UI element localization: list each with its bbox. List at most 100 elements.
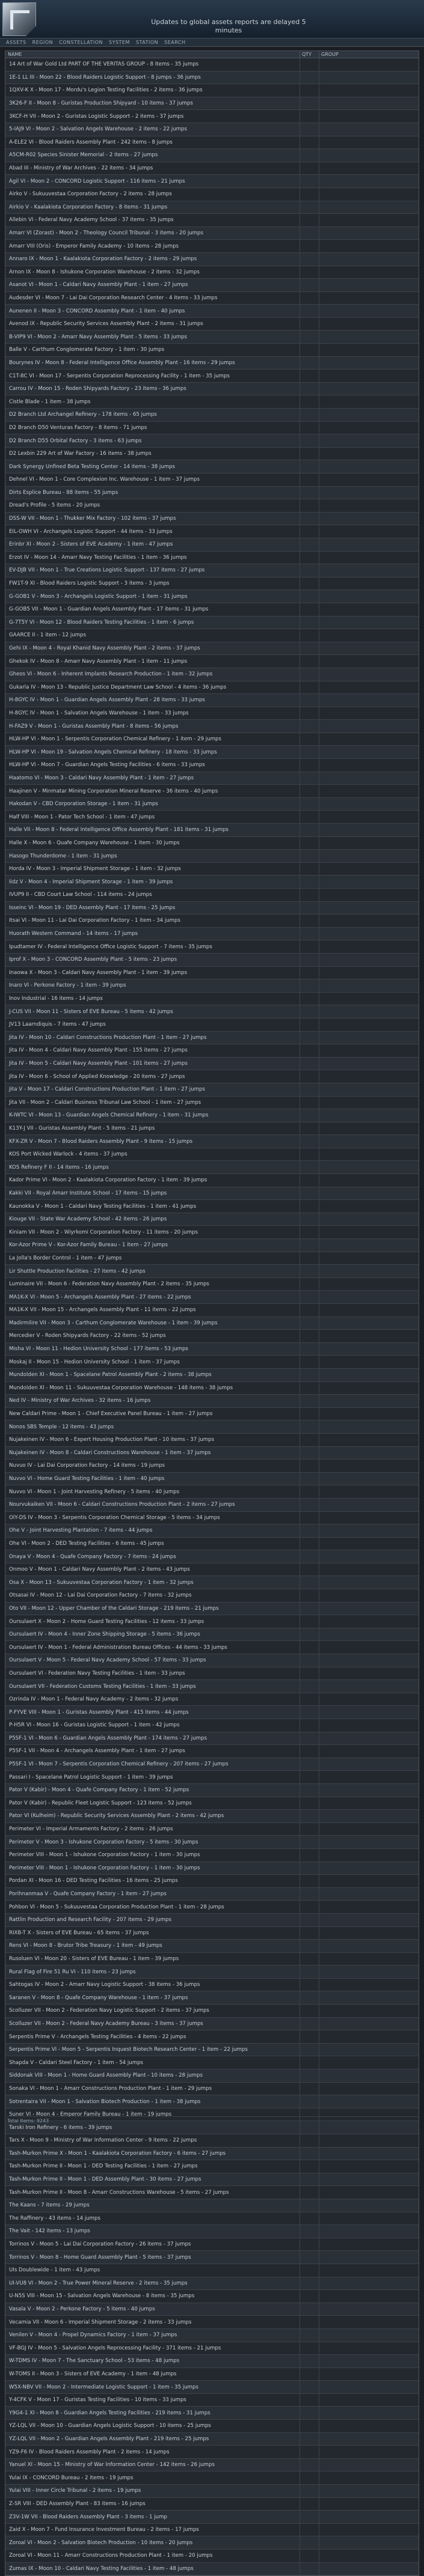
- table-row[interactable]: Onmoo V - Moon 1 - Caldari Navy Assembly…: [5, 1563, 419, 1577]
- table-row[interactable]: FW1T-9 XI - Blood Raiders Logistic Suppo…: [5, 577, 419, 591]
- table-row[interactable]: Kiniam VII - Moon 2 - Wiyrkomi Corporati…: [5, 1226, 419, 1240]
- table-row[interactable]: 1QXV-K X - Moon 17 - Mordu's Legion Test…: [5, 84, 419, 97]
- table-row[interactable]: Kaunokka V - Moon 1 - Caldari Navy Testi…: [5, 1200, 419, 1213]
- table-row[interactable]: Osa X - Moon 13 - Sukuuvestaa Corporatio…: [5, 1576, 419, 1590]
- table-row[interactable]: Vasala V - Moon 2 - Perkone Factory - 5 …: [5, 2303, 419, 2316]
- table-row[interactable]: Jita IV - Moon 6 - School of Applied Kno…: [5, 1070, 419, 1083]
- tab-system[interactable]: SYSTEM: [109, 40, 130, 45]
- table-row[interactable]: GAARCE II - 1 item - 12 jumps: [5, 629, 419, 642]
- table-row[interactable]: Zumas IX - Moon 10 - Caldari Navy Testin…: [5, 2562, 419, 2576]
- table-row[interactable]: 5-IAJ9 VI - Moon 2 - Salvation Angels Wa…: [5, 123, 419, 136]
- table-row[interactable]: Arnon IX - Moon 8 - Ishukone Corporation…: [5, 266, 419, 279]
- table-row[interactable]: J-CUS VII - Moon 11 - Sisters of EVE Bur…: [5, 1005, 419, 1019]
- table-row[interactable]: Perimeter V - Moon 3 - Ishukone Corporat…: [5, 1836, 419, 1849]
- table-row[interactable]: D2 Branch Ltd Archangel Refinery - 178 i…: [5, 409, 419, 422]
- table-row[interactable]: DSS-W VII - Moon 1 - Thukker Mix Factory…: [5, 512, 419, 526]
- table-row[interactable]: Inov Industrial - 16 items - 14 jumps: [5, 992, 419, 1006]
- table-row[interactable]: Tash-Murkon Prime II - Moon 1 - DED Test…: [5, 2160, 419, 2173]
- table-row[interactable]: Hakodan V - CBD Corporation Storage - 1 …: [5, 797, 419, 811]
- table-row[interactable]: Agil VI - Moon 2 - CONCORD Logistic Supp…: [5, 175, 419, 188]
- table-row[interactable]: RIXB-T X - Sisters of EVE Bureau - 65 it…: [5, 1926, 419, 1940]
- table-row[interactable]: Dread's Profile - 5 items - 20 jumps: [5, 499, 419, 513]
- table-row[interactable]: B-VIP9 VI - Moon 2 - Amarr Navy Assembly…: [5, 330, 419, 344]
- table-row[interactable]: Annaro IX - Moon 1 - Kaalakiota Corporat…: [5, 252, 419, 266]
- column-header-group[interactable]: GROUP: [319, 51, 419, 58]
- table-row[interactable]: Lir Shuttle Production Facilities - 27 i…: [5, 1265, 419, 1278]
- table-row[interactable]: U-N5S VIII - Moon 15 - Salvation Angels …: [5, 2290, 419, 2303]
- table-row[interactable]: Isseinc VI - Moon 19 - DED Assembly Plan…: [5, 901, 419, 915]
- table-row[interactable]: Yulai IX - CONCORD Bureau - 2 items - 19…: [5, 2471, 419, 2485]
- table-row[interactable]: Tash-Murkon Prime II - Moon 1 - DED Asse…: [5, 2173, 419, 2187]
- table-row[interactable]: P5SF-1 VI - Moon 7 - Serpentis Corporati…: [5, 1758, 419, 1771]
- table-row[interactable]: Dehnel VI - Moon 1 - Core Complexion Inc…: [5, 473, 419, 487]
- table-row[interactable]: Halle X - Moon 6 - Quafe Company Warehou…: [5, 836, 419, 850]
- table-row[interactable]: W-TDMS IV - Moon 7 - The Sanctuary Schoo…: [5, 2355, 419, 2368]
- table-row[interactable]: Cistle Blade - 1 item - 38 jumps: [5, 395, 419, 409]
- table-row[interactable]: Oto VII - Moon 12 - Upper Chamber of the…: [5, 1602, 419, 1616]
- table-row[interactable]: La Jolla's Border Control - 1 item - 47 …: [5, 1252, 419, 1265]
- table-row[interactable]: Avenod IX - Republic Security Services A…: [5, 317, 419, 331]
- table-row[interactable]: P-H5R VI - Moon 16 - Guristas Logistic S…: [5, 1719, 419, 1732]
- table-row[interactable]: Inaowa X - Moon 3 - Caldari Navy Assembl…: [5, 966, 419, 980]
- table-row[interactable]: Jita IV - Moon 5 - Caldari Navy Assembly…: [5, 1057, 419, 1071]
- table-row[interactable]: Gheos VI - Moon 6 - Inherent Implants Re…: [5, 668, 419, 681]
- table-row[interactable]: Erinbr XI - Moon 2 - Sisters of EVE Acad…: [5, 538, 419, 552]
- table-row[interactable]: Gehi IX - Moon 4 - Royal Khanid Navy Ass…: [5, 642, 419, 656]
- table-row[interactable]: Sonaka VI - Moon 1 - Amarr Constructions…: [5, 2082, 419, 2096]
- table-row[interactable]: C1T-8C VI - Moon 17 - Serpentis Corporat…: [5, 370, 419, 383]
- table-row[interactable]: OIY-DS IV - Moon 3 - Serpentis Corporati…: [5, 1511, 419, 1525]
- table-row[interactable]: EIL-OWH VI - Archangels Logistic Support…: [5, 525, 419, 538]
- table-row[interactable]: Dirts Esplice Bureau - 88 items - 55 jum…: [5, 486, 419, 500]
- table-row[interactable]: P5SF-1 VII - Moon 4 - Archangels Assembl…: [5, 1745, 419, 1758]
- table-row[interactable]: Abad III - Ministry of War Archives - 22…: [5, 162, 419, 175]
- table-row[interactable]: Torrinos V - Moon 8 - Home Guard Assembl…: [5, 2251, 419, 2264]
- table-row[interactable]: H-8GYC IV - Moon 1 - Salvation Angels Wa…: [5, 707, 419, 720]
- table-row[interactable]: K13Y-J VII - Guristas Assembly Plant - 5…: [5, 1122, 419, 1136]
- table-row[interactable]: A5CM-R02 Species Sinister Memorial - 2 i…: [5, 149, 419, 162]
- table-row[interactable]: Iprof X - Moon 3 - CONCORD Assembly Plan…: [5, 953, 419, 967]
- table-row[interactable]: Y-4CFK V - Moon 17 - Guristas Testing Fa…: [5, 2393, 419, 2407]
- table-row[interactable]: Porihnanmaa V - Quafe Company Factory - …: [5, 1887, 419, 1901]
- table-row[interactable]: The Kaans - 7 items - 29 jumps: [5, 2199, 419, 2212]
- table-row[interactable]: Tars X - Moon 9 - Ministry of War Inform…: [5, 2134, 419, 2148]
- table-row[interactable]: Rattlin Production and Research Facility…: [5, 1913, 419, 1927]
- table-row[interactable]: Haatomo VI - Moon 3 - Caldari Navy Assem…: [5, 772, 419, 785]
- table-row[interactable]: Nuvvo VI - Moon 1 - Joint Harvesting Ref…: [5, 1485, 419, 1499]
- table-row[interactable]: Asanot VI - Moon 1 - Caldari Navy Assemb…: [5, 279, 419, 292]
- table-row[interactable]: New Caldari Prime - Moon 1 - Chief Execu…: [5, 1407, 419, 1421]
- table-row[interactable]: Jita IV - Moon 4 - Caldari Navy Assembly…: [5, 1044, 419, 1058]
- table-row[interactable]: H-FAZ9 V - Moon 1 - Guristas Assembly Pl…: [5, 720, 419, 733]
- table-row[interactable]: Ohe VI - Moon 2 - DED Testing Facilities…: [5, 1537, 419, 1551]
- table-row[interactable]: Z-SR VIII - DED Assembly Plant - 83 item…: [5, 2497, 419, 2511]
- table-row[interactable]: Perimeter VI - Imperial Armaments Factor…: [5, 1822, 419, 1836]
- table-row[interactable]: KOS Port Wicked Warlock - 4 items - 37 j…: [5, 1148, 419, 1162]
- table-row[interactable]: 3KCF-H VII - Moon 2 - Guristas Logistic …: [5, 110, 419, 123]
- table-row[interactable]: Passari I - Spacelane Patrol Logistic Su…: [5, 1771, 419, 1784]
- table-row[interactable]: Audesder VI - Moon 7 - Lai Dai Corporati…: [5, 291, 419, 305]
- tab-constellation[interactable]: CONSTELLATION: [59, 40, 103, 45]
- table-row[interactable]: Oursulaert IV - Moon 1 - Federal Adminis…: [5, 1641, 419, 1655]
- table-row[interactable]: Y9G4-1 XI - Moon 8 - Guardian Angels Tes…: [5, 2407, 419, 2420]
- table-row[interactable]: Haajinen V - Minmatar Mining Corporation…: [5, 785, 419, 798]
- table-row[interactable]: Pordan XI - Moon 16 - DED Testing Facili…: [5, 1875, 419, 1888]
- table-row[interactable]: MA1K-X VII - Moon 15 - Archangels Assemb…: [5, 1304, 419, 1317]
- column-header-name[interactable]: NAME: [5, 51, 300, 58]
- table-row[interactable]: Pator V (Kabir) - Republic Fleet Logisti…: [5, 1797, 419, 1810]
- table-row[interactable]: P-FYVE VIII - Moon 1 - Guristas Assembly…: [5, 1706, 419, 1719]
- table-row[interactable]: Oursulaert X - Moon 2 - Home Guard Testi…: [5, 1615, 419, 1628]
- table-row[interactable]: Ozrinda IV - Moon 1 - Federal Navy Acade…: [5, 1693, 419, 1707]
- table-row[interactable]: VF-BGJ IV - Moon 5 - Salvation Angels Re…: [5, 2342, 419, 2355]
- table-row[interactable]: Nuvvo VI - Home Guard Testing Facilities…: [5, 1472, 419, 1486]
- table-row[interactable]: Zaid X - Moon 7 - Fund Insurance Investm…: [5, 2523, 419, 2537]
- table-row[interactable]: 1E-1 LL III - Moon 22 - Blood Raiders Lo…: [5, 71, 419, 85]
- table-row[interactable]: Huorath Western Command - 14 items - 17 …: [5, 927, 419, 941]
- table-row[interactable]: Oursulaert VI - Federation Navy Testing …: [5, 1667, 419, 1681]
- table-row[interactable]: Oursulaert IV - Moon 4 - Inner Zone Ship…: [5, 1628, 419, 1642]
- table-row[interactable]: G-GOB5 VII - Moon 1 - Guardian Angels As…: [5, 603, 419, 617]
- tab-search[interactable]: SEARCH: [164, 40, 185, 45]
- table-row[interactable]: Nujakeinen IV - Moon 6 - Expert Housing …: [5, 1433, 419, 1447]
- table-row[interactable]: Ohe V - Joint Harvesting Plantation - 7 …: [5, 1524, 419, 1538]
- table-row[interactable]: EV-DJB VII - Moon 1 - True Creations Log…: [5, 564, 419, 577]
- table-row[interactable]: Halle VII - Moon 8 - Federal Intelligenc…: [5, 824, 419, 837]
- table-row[interactable]: The Vait - 142 items - 13 jumps: [5, 2225, 419, 2238]
